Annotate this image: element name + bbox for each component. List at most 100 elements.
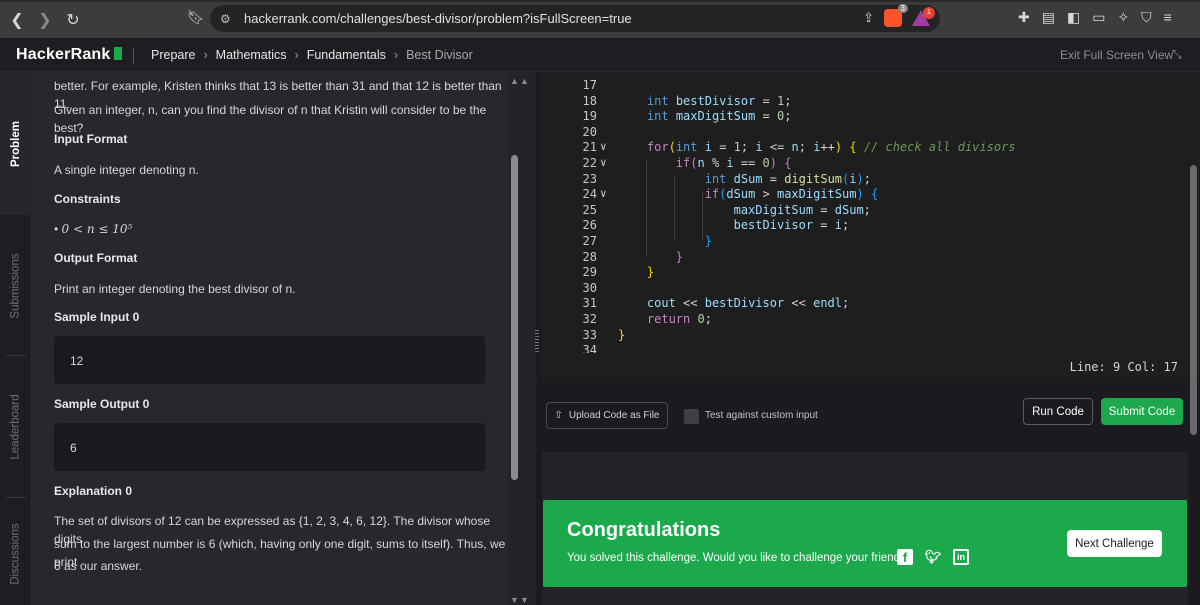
tab-label: Discussions — [10, 522, 23, 585]
code-line[interactable]: 32 return 0; — [542, 311, 1188, 327]
url-text[interactable]: hackerrank.com/challenges/best-divisor/p… — [244, 11, 632, 26]
rewards-icon[interactable]: 1 — [912, 7, 935, 26]
exit-fullscreen-link[interactable]: Exit Full Screen View — [1060, 48, 1173, 62]
sidebar-icon[interactable]: ◧ — [1067, 9, 1080, 26]
shields-count: 3 — [897, 4, 908, 13]
code-line[interactable]: 29 } — [542, 264, 1188, 280]
line-number: 33 — [582, 327, 597, 342]
facebook-icon[interactable]: f — [897, 549, 913, 565]
line-number: 20 — [582, 124, 597, 139]
problem-scrollbar-thumb[interactable] — [511, 155, 518, 480]
congrats-subtitle: You solved this challenge. Would you lik… — [567, 552, 913, 564]
back-icon[interactable]: ❮ — [6, 9, 28, 31]
chevron-right-icon: › — [203, 48, 208, 62]
breadcrumb-prepare[interactable]: Prepare — [151, 48, 195, 62]
scroll-up-icon[interactable]: ▲ — [510, 76, 519, 86]
fold-chevron-icon[interactable]: ∨ — [600, 139, 607, 155]
twitter-icon[interactable]: 🐦︎ — [925, 549, 942, 565]
code-line[interactable]: 27 } — [542, 233, 1188, 249]
code-line[interactable]: 26 bestDivisor = i; — [542, 217, 1188, 233]
editor-scrollbar-thumb[interactable] — [1190, 165, 1197, 435]
reload-icon[interactable]: ↻ — [62, 9, 84, 31]
code-line[interactable]: 17 — [542, 77, 1188, 93]
code-line[interactable]: 25 maxDigitSum = dSum; — [542, 202, 1188, 218]
code-line[interactable]: 23 int dSum = digitSum(i); — [542, 171, 1188, 187]
tab-label: Leaderboard — [10, 394, 23, 460]
address-bar[interactable]: ⚙ hackerrank.com/challenges/best-divisor… — [210, 4, 940, 32]
share-icon[interactable]: ⇪ — [863, 10, 874, 26]
editor-status-bar: Line: 9 Col: 17 — [542, 353, 1188, 382]
code-line[interactable]: 20 — [542, 124, 1188, 140]
browser-extensions: ✚ ▤ ◧ ▭ ✧ ⛉ ≡ — [1018, 9, 1172, 26]
code-line[interactable]: 31 cout << bestDivisor << endl; — [542, 295, 1188, 311]
tab-problem[interactable]: Problem — [0, 72, 32, 215]
line-number: 32 — [582, 312, 597, 326]
panel-resize-handle[interactable] — [535, 330, 539, 352]
run-code-button[interactable]: Run Code — [1023, 398, 1093, 425]
upload-code-button[interactable]: ⇧ Upload Code as File — [546, 402, 668, 429]
problem-panel: better. For example, Kristen thinks that… — [32, 72, 508, 605]
fold-chevron-icon[interactable]: ∨ — [600, 186, 607, 202]
vpn-icon[interactable]: ⛉ — [1141, 9, 1152, 26]
site-settings-icon[interactable]: ⚙ — [220, 12, 236, 26]
tab-leaderboard[interactable]: Leaderboard — [0, 362, 32, 492]
code-line[interactable]: 19 int maxDigitSum = 0; — [542, 108, 1188, 124]
site-header: HackerRank Prepare › Mathematics › Funda… — [0, 38, 1200, 72]
submit-code-button[interactable]: Submit Code — [1101, 398, 1183, 425]
code-line[interactable]: 33} — [542, 327, 1188, 343]
menu-icon[interactable]: ≡ — [1164, 9, 1172, 26]
tab-label: Submissions — [10, 253, 23, 319]
extensions-icon[interactable]: ✚ — [1018, 9, 1030, 26]
scroll-up-icon[interactable]: ▲ — [520, 76, 529, 86]
brave-shields-icon[interactable]: 3 — [884, 4, 908, 27]
explanation-text-3: 6 as our answer. — [54, 559, 143, 573]
code-text: for(int i = 1; i <= n; i++) { // check a… — [646, 140, 1016, 155]
sample-input-heading: Sample Input 0 — [54, 310, 140, 324]
code-text: } — [704, 234, 712, 248]
breadcrumb-fundamentals[interactable]: Fundamentals — [307, 48, 386, 62]
code-line[interactable]: 30 — [542, 280, 1188, 296]
code-editor[interactable]: 17 18 int bestDivisor = 1; 19 int maxDigit… — [542, 72, 1188, 382]
logo-text: HackerRank — [16, 46, 111, 63]
forward-icon[interactable]: ❯ — [34, 9, 56, 31]
code-text: int bestDivisor = 1; — [646, 93, 792, 108]
scroll-down-icon[interactable]: ▼ — [520, 595, 529, 605]
line-number: 24 — [582, 187, 597, 202]
line-number: 30 — [582, 280, 597, 295]
linkedin-icon[interactable]: in — [953, 549, 969, 565]
code-line[interactable]: 21 ∨ for(int i = 1; i <= n; i++) { // che… — [542, 139, 1188, 155]
code-line[interactable]: 22 ∨ if(n % i == 0) { — [542, 155, 1188, 171]
leo-icon[interactable]: ✧ — [1117, 9, 1129, 26]
sample-output-box[interactable]: 6 — [54, 423, 485, 471]
congrats-title: Congratulations — [567, 519, 721, 541]
fold-chevron-icon[interactable]: ∨ — [600, 155, 607, 171]
breadcrumb: Prepare › Mathematics › Fundamentals › B… — [151, 48, 473, 62]
input-format-heading: Input Format — [54, 132, 128, 146]
tab-discussions[interactable]: Discussions — [0, 502, 32, 605]
tab-divider — [6, 497, 26, 498]
code-text: } — [618, 327, 626, 342]
compress-icon[interactable]: ⤡ — [1172, 47, 1182, 62]
sample-input-box[interactable]: 12 — [54, 336, 485, 384]
breadcrumb-current: Best Divisor — [406, 48, 473, 62]
constraint-math: 0 < n ≤ 10⁵ — [61, 222, 133, 236]
logo[interactable]: HackerRank — [16, 46, 122, 64]
code-text: maxDigitSum = dSum; — [733, 202, 871, 217]
scroll-down-icon[interactable]: ▼ — [510, 595, 519, 605]
bookmark-icon[interactable]: 🔖︎ — [187, 9, 205, 26]
code-line[interactable]: 24 ∨ if(dSum > maxDigitSum) { — [542, 186, 1188, 202]
code-line[interactable]: 18 int bestDivisor = 1; — [542, 93, 1188, 109]
line-number: 31 — [582, 296, 597, 311]
reader-icon[interactable]: ▤ — [1042, 9, 1055, 26]
custom-input-checkbox[interactable] — [684, 409, 699, 424]
custom-input-label[interactable]: Test against custom input — [705, 410, 818, 421]
tab-submissions[interactable]: Submissions — [0, 222, 32, 350]
code-text: if(n % i == 0) { — [675, 156, 792, 170]
code-line[interactable]: 28 } — [542, 249, 1188, 265]
breadcrumb-mathematics[interactable]: Mathematics — [216, 48, 287, 62]
code-text: int maxDigitSum = 0; — [646, 109, 792, 124]
next-challenge-button[interactable]: Next Challenge — [1067, 530, 1162, 557]
code-text: } — [646, 265, 655, 280]
wallet-icon[interactable]: ▭ — [1092, 9, 1105, 26]
sample-output-heading: Sample Output 0 — [54, 397, 150, 411]
